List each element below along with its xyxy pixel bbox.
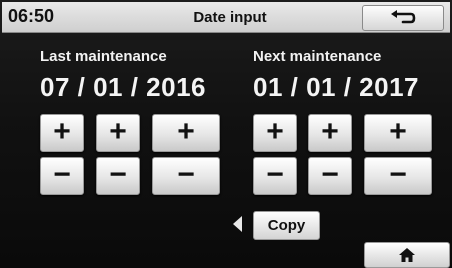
minus-label: − (321, 157, 339, 191)
last-day-decrement-button[interactable]: − (40, 157, 84, 195)
plus-label: + (389, 114, 407, 148)
next-day-decrement-button[interactable]: − (253, 157, 297, 195)
date-input-screen: 06:50 Date input Last maintenance 07 / 0… (0, 0, 452, 268)
minus-label: − (109, 157, 127, 191)
last-month-increment-button[interactable]: + (96, 114, 140, 152)
next-maintenance-date: 01 / 01 / 2017 (253, 72, 420, 102)
back-button[interactable] (362, 5, 444, 31)
minus-label: − (389, 157, 407, 191)
last-maintenance-label: Last maintenance (40, 48, 167, 65)
home-icon (399, 248, 415, 262)
minus-label: − (266, 157, 284, 191)
minus-label: − (53, 157, 71, 191)
last-day-increment-button[interactable]: + (40, 114, 84, 152)
next-maintenance-label: Next maintenance (253, 48, 382, 65)
header-bar: 06:50 Date input (2, 2, 450, 33)
next-year-decrement-button[interactable]: − (364, 157, 432, 195)
last-maintenance-date: 07 / 01 / 2016 (40, 72, 207, 102)
next-month-decrement-button[interactable]: − (308, 157, 352, 195)
page-title: Date input (193, 9, 267, 26)
next-day-increment-button[interactable]: + (253, 114, 297, 152)
plus-label: + (109, 114, 127, 148)
plus-label: + (266, 114, 284, 148)
last-year-increment-button[interactable]: + (152, 114, 220, 152)
last-year-decrement-button[interactable]: − (152, 157, 220, 195)
last-month-decrement-button[interactable]: − (96, 157, 140, 195)
next-month-increment-button[interactable]: + (308, 114, 352, 152)
plus-label: + (53, 114, 71, 148)
plus-label: + (177, 114, 195, 148)
copy-button[interactable]: Copy (253, 211, 320, 240)
minus-label: − (177, 157, 195, 191)
clock-time: 06:50 (8, 6, 55, 26)
home-button[interactable] (364, 242, 450, 268)
left-triangle-icon (233, 216, 242, 232)
copy-label: Copy (267, 217, 306, 234)
return-arrow-icon (391, 10, 416, 24)
plus-label: + (321, 114, 339, 148)
next-year-increment-button[interactable]: + (364, 114, 432, 152)
